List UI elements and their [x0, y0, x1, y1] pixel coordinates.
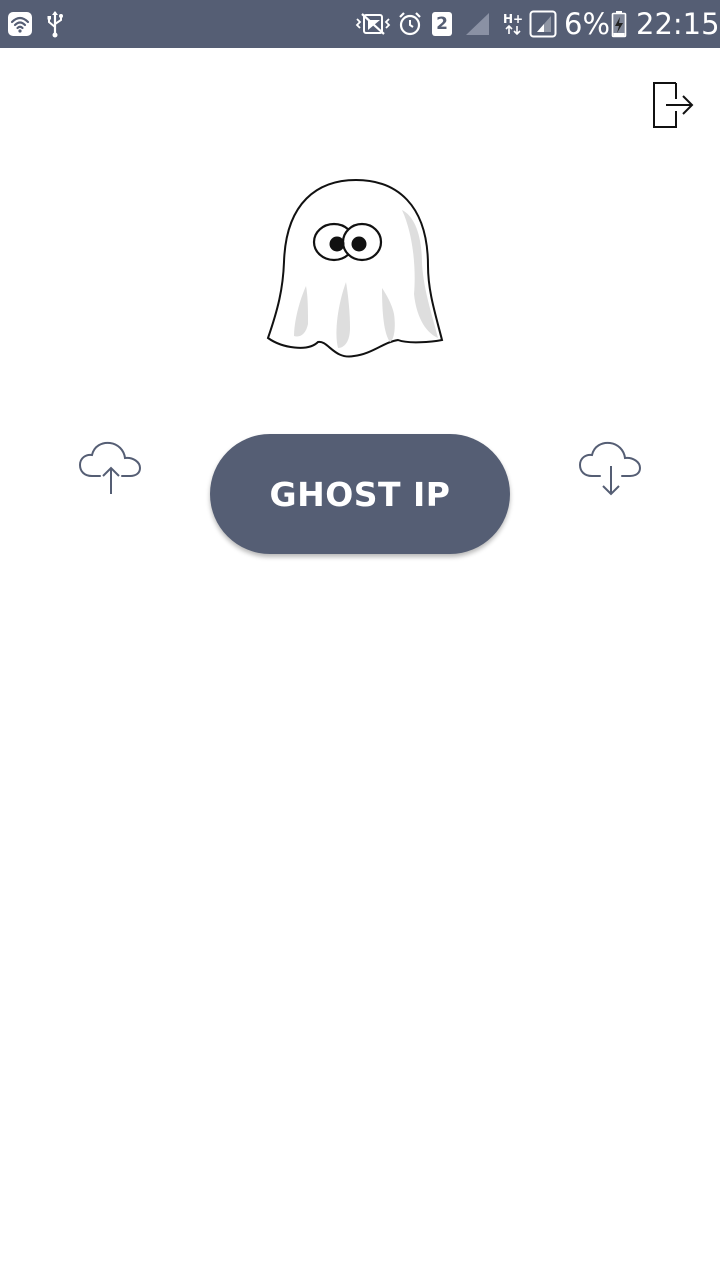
- upload-button[interactable]: [78, 438, 144, 496]
- ghost-illustration: [262, 174, 450, 366]
- download-button[interactable]: [578, 438, 644, 496]
- signal-empty-icon: [462, 0, 492, 48]
- battery-charging-icon: [610, 0, 628, 48]
- exit-button[interactable]: [640, 74, 700, 134]
- vibrate-icon: [354, 0, 392, 48]
- usb-icon: [44, 0, 66, 48]
- alarm-icon: [396, 0, 424, 48]
- signal-icon: [528, 0, 558, 48]
- status-bar: 2 H+ 6% 22:15: [0, 0, 720, 48]
- battery-percent: 6%: [564, 7, 611, 41]
- ghost-ip-button[interactable]: GHOST IP: [210, 434, 510, 554]
- wifi-icon: [6, 0, 34, 48]
- sim-badge: 2: [432, 12, 452, 36]
- data-arrows-icon: H+: [500, 0, 526, 48]
- cloud-download-icon: [578, 441, 642, 496]
- exit-icon: [653, 82, 694, 128]
- clock: 22:15: [636, 7, 720, 41]
- cloud-upload-icon: [78, 441, 142, 494]
